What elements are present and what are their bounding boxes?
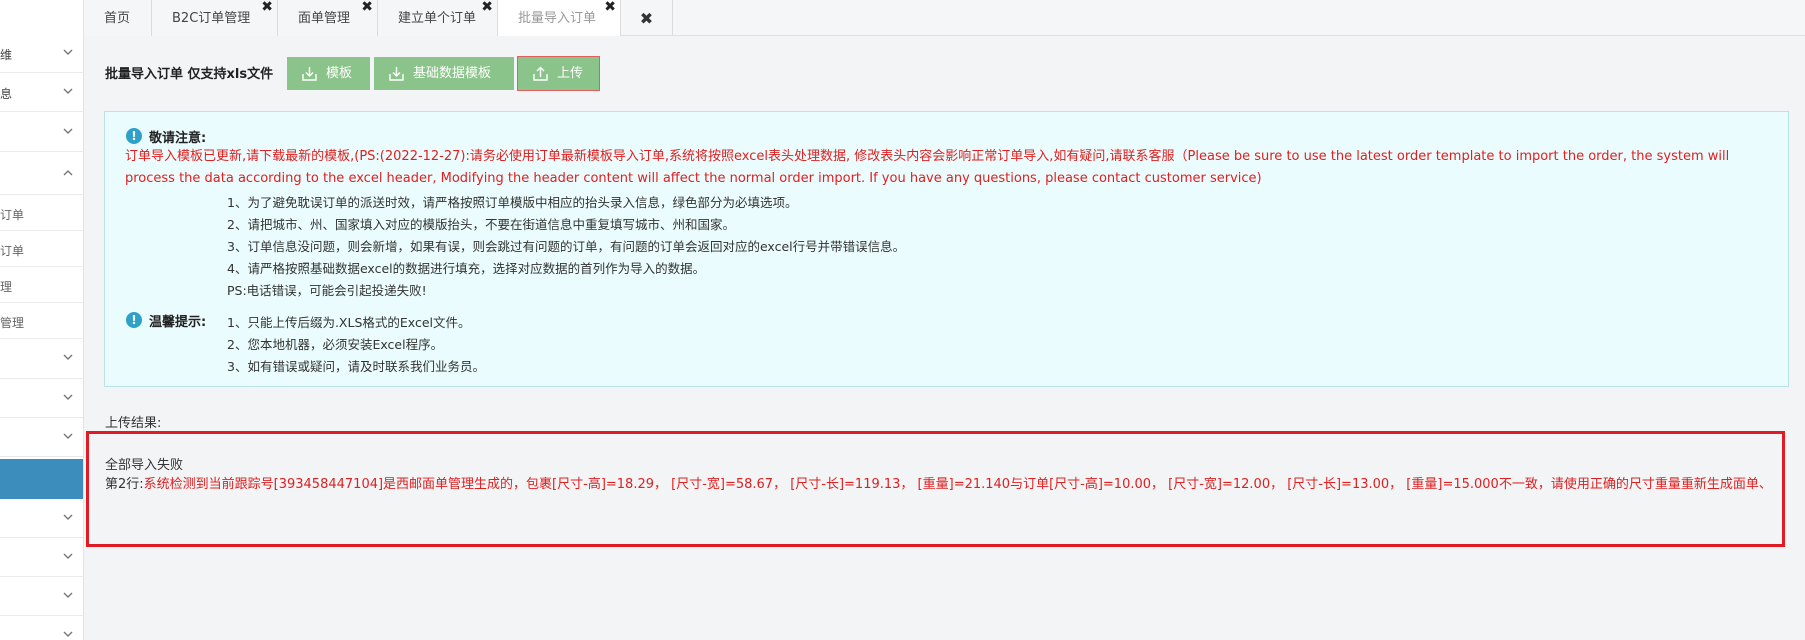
attention-line: 1、为了避免耽误订单的派送时效，请严格按照订单模版中相应的抬头录入信息，绿色部分… [227,195,798,210]
sidebar-subitem-3[interactable]: 理 [0,267,83,303]
chevron-down-icon [61,429,75,443]
template-download-button[interactable]: 模板 [287,57,370,90]
tips-line: 3、如有错误或疑问，请及时联系我们业务员。 [227,359,485,374]
tips-title: 温馨提示: [149,315,207,330]
tab-label: 面单管理 [298,11,351,26]
tips-line: 1、只能上传后缀为.XLS格式的Excel文件。 [227,315,471,330]
notice-panel: ! 敬请注意: 订单导入模板已更新,请下载最新的模板,(PS:(2022-12-… [104,111,1789,387]
sidebar-item-8[interactable] [0,499,83,538]
tips-line: 2、您本地机器，必须安装Excel程序。 [227,337,444,352]
close-icon[interactable]: ✖ [361,0,373,25]
chevron-down-icon [61,549,75,563]
sidebar-subitem-4[interactable]: 管理 [0,303,83,339]
upload-icon [532,65,549,82]
page-title: 批量导入订单 仅支持xls文件 [105,67,274,82]
attention-red-text: 订单导入模板已更新,请下载最新的模板,(PS:(2022-12-27):请务必使… [125,149,1730,186]
tab-label: 建立单个订单 [398,11,477,26]
tab-home[interactable]: 首页 [84,0,152,36]
exclamation-icon: ! [126,128,142,144]
chevron-up-icon [61,166,75,180]
chevron-down-icon [61,84,75,98]
button-label: 基础数据模板 [413,66,492,81]
sidebar-item-9[interactable] [0,538,83,577]
sidebar-subitem-label: 理 [0,280,13,294]
base-data-template-button[interactable]: 基础数据模板 [374,57,514,90]
sidebar-item-active[interactable] [0,459,83,499]
sidebar-item-7[interactable] [0,418,83,457]
result-status: 全部导入失败 [105,458,184,473]
upload-button[interactable]: 上传 [517,56,600,91]
button-label: 上传 [557,66,584,81]
chevron-down-icon [61,627,75,640]
sidebar-item-label: 维 [0,48,13,62]
error-row-number: 第2行: [105,477,144,492]
close-icon[interactable]: ✖ [261,0,273,25]
chevron-down-icon [61,510,75,524]
sidebar-subitem-label: 订单 [0,244,25,258]
tab-b2c-orders[interactable]: B2C订单管理 ✖ [152,0,278,36]
sidebar-item-5[interactable] [0,339,83,379]
error-message: 系统检测到当前跟踪号[393458447104]是西邮面单管理生成的，包裹[尺寸… [143,477,1772,492]
sidebar-item-11[interactable] [0,616,83,640]
sidebar-subitem-label: 管理 [0,316,25,330]
chevron-down-icon [61,588,75,602]
attention-line: 4、请严格按照基础数据excel的数据进行填充，选择对应数据的首列作为导入的数据… [227,261,706,276]
tab-create-order[interactable]: 建立单个订单 ✖ [378,0,498,36]
result-panel: 全部导入失败 第2行:系统检测到当前跟踪号[393458447104]是西邮面单… [86,431,1785,547]
sidebar-item-1[interactable]: 维 [0,34,83,73]
result-error-line: 第2行:系统检测到当前跟踪号[393458447104]是西邮面单管理生成的，包… [105,474,1775,495]
download-icon [388,65,405,82]
sidebar-item-3[interactable] [0,113,83,152]
tab-label: 首页 [104,11,131,26]
sidebar-item-4[interactable] [0,155,83,195]
chevron-down-icon [61,390,75,404]
exclamation-icon: ! [126,312,142,328]
sidebar-item-2[interactable]: 息 [0,73,83,112]
tab-batch-import[interactable]: 批量导入订单 ✖ [498,0,621,36]
attention-line: 3、订单信息没问题，则会新增，如果有误，则会跳过有问题的订单，有问题的订单会返回… [227,239,906,254]
sidebar-item-10[interactable] [0,577,83,616]
sidebar-item-label: 息 [0,87,13,101]
attention-title: 敬请注意: [149,131,207,146]
close-icon[interactable]: ✖ [481,0,493,25]
close-icon[interactable]: ✖ [604,0,616,25]
download-icon [301,65,318,82]
sidebar-item-6[interactable] [0,379,83,418]
close-all-tabs-button[interactable]: ✖ [621,0,673,36]
sidebar-subitem-2[interactable]: 订单 [0,231,83,267]
tab-waybill-manage[interactable]: 面单管理 ✖ [278,0,378,36]
chevron-down-icon [61,124,75,138]
sidebar: 维 息 订单 订单 理 管理 [0,0,84,640]
sidebar-subitem-1[interactable]: 订单 [0,195,83,231]
attention-line: 2、请把城市、州、国家填入对应的模版抬头，不要在街道信息中重复填写城市、州和国家… [227,217,735,232]
tab-label: 批量导入订单 [518,11,597,26]
chevron-down-icon [61,350,75,364]
chevron-down-icon [61,45,75,59]
tab-label: B2C订单管理 [172,11,251,26]
sidebar-subitem-label: 订单 [0,208,25,222]
button-label: 模板 [326,66,353,81]
result-label: 上传结果: [105,416,162,431]
tab-bar: 首页 B2C订单管理 ✖ 面单管理 ✖ 建立单个订单 ✖ 批量导入订单 ✖ ✖ [84,0,1805,36]
attention-line: PS:电话错误，可能会引起投递失败! [227,283,427,298]
